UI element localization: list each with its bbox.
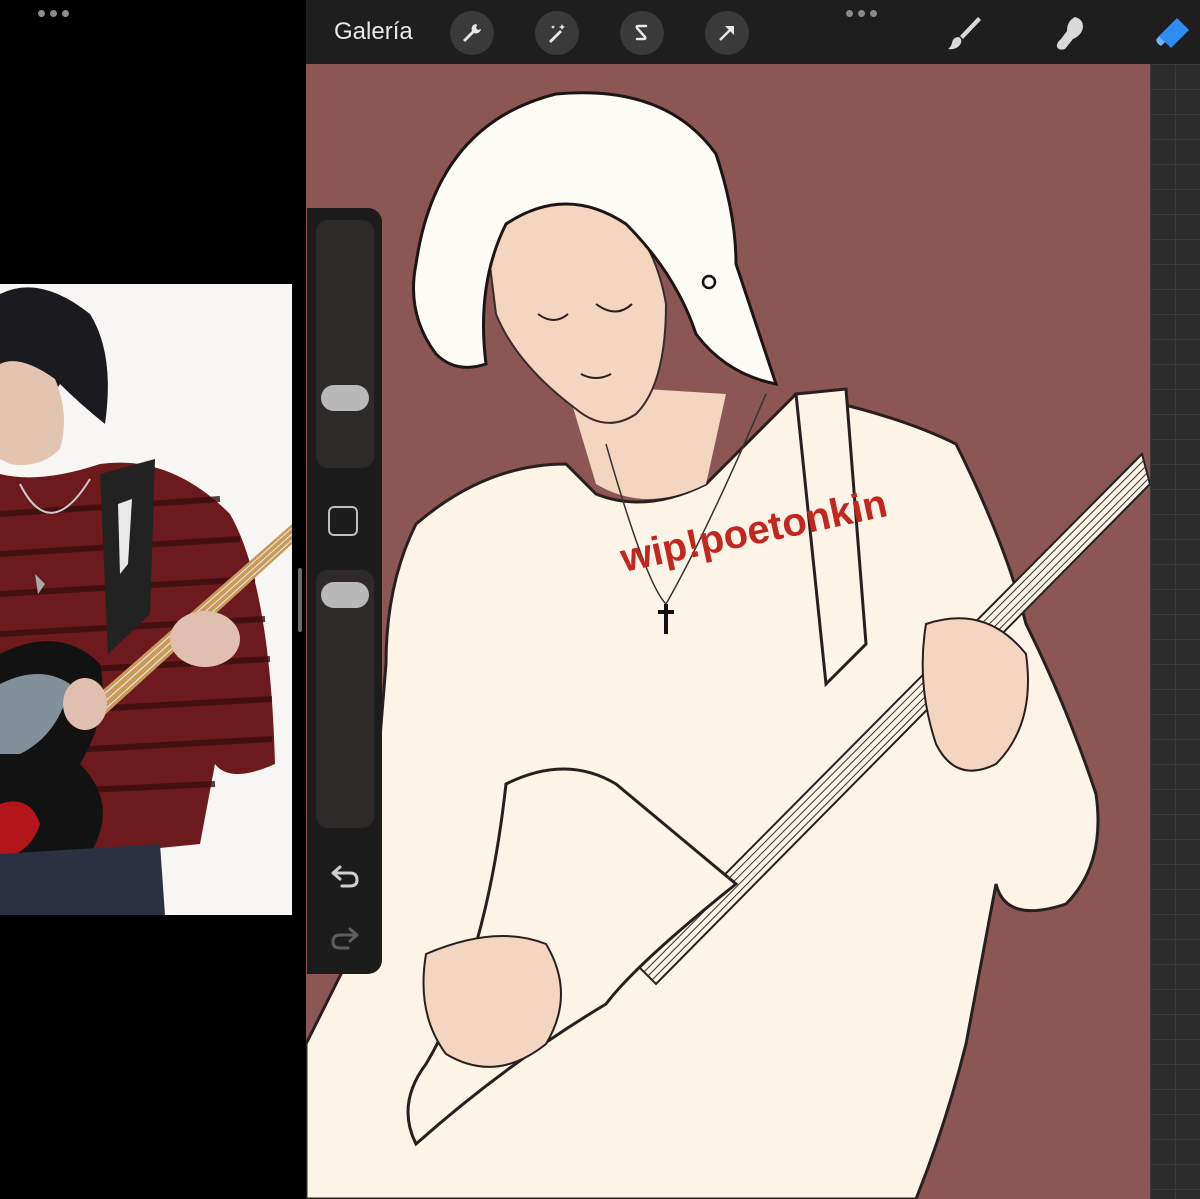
procreate-toolbar: Galería xyxy=(306,0,1200,64)
reference-photo xyxy=(0,284,292,915)
opacity-thumb[interactable] xyxy=(321,582,369,608)
undo-icon xyxy=(331,865,359,888)
drawing-canvas[interactable]: wip!poetonkin xyxy=(306,64,1150,1199)
eraser-icon xyxy=(1156,18,1189,48)
actions-button[interactable] xyxy=(450,11,494,55)
transform-arrow-icon xyxy=(719,26,734,41)
adjustments-button[interactable] xyxy=(535,11,579,55)
brush-button[interactable] xyxy=(942,10,988,56)
selection-button[interactable] xyxy=(620,11,664,55)
split-view-handle[interactable] xyxy=(298,568,302,632)
split-view-left-panel xyxy=(0,0,306,1199)
canvas-area: wip!poetonkin xyxy=(306,64,1200,1199)
wrench-icon xyxy=(463,24,481,42)
brush-size-thumb[interactable] xyxy=(321,385,369,411)
eraser-button[interactable] xyxy=(1150,10,1196,56)
modifier-button[interactable] xyxy=(328,506,358,536)
canvas-grid-margin xyxy=(1150,64,1200,1199)
smudge-icon xyxy=(1056,17,1083,50)
multitasking-dots[interactable] xyxy=(38,10,74,20)
magic-wand-icon xyxy=(549,24,565,43)
redo-button[interactable] xyxy=(327,920,363,956)
smudge-button[interactable] xyxy=(1046,10,1092,56)
opacity-slider[interactable] xyxy=(316,570,374,828)
multitasking-dots[interactable] xyxy=(846,10,877,17)
transform-button[interactable] xyxy=(705,11,749,55)
brush-sidebar xyxy=(307,208,382,974)
selection-icon xyxy=(635,24,648,41)
gallery-button[interactable]: Galería xyxy=(334,18,413,46)
brush-size-slider[interactable] xyxy=(316,220,374,468)
brush-icon xyxy=(948,17,981,50)
undo-button[interactable] xyxy=(327,858,363,894)
redo-icon xyxy=(331,927,359,950)
